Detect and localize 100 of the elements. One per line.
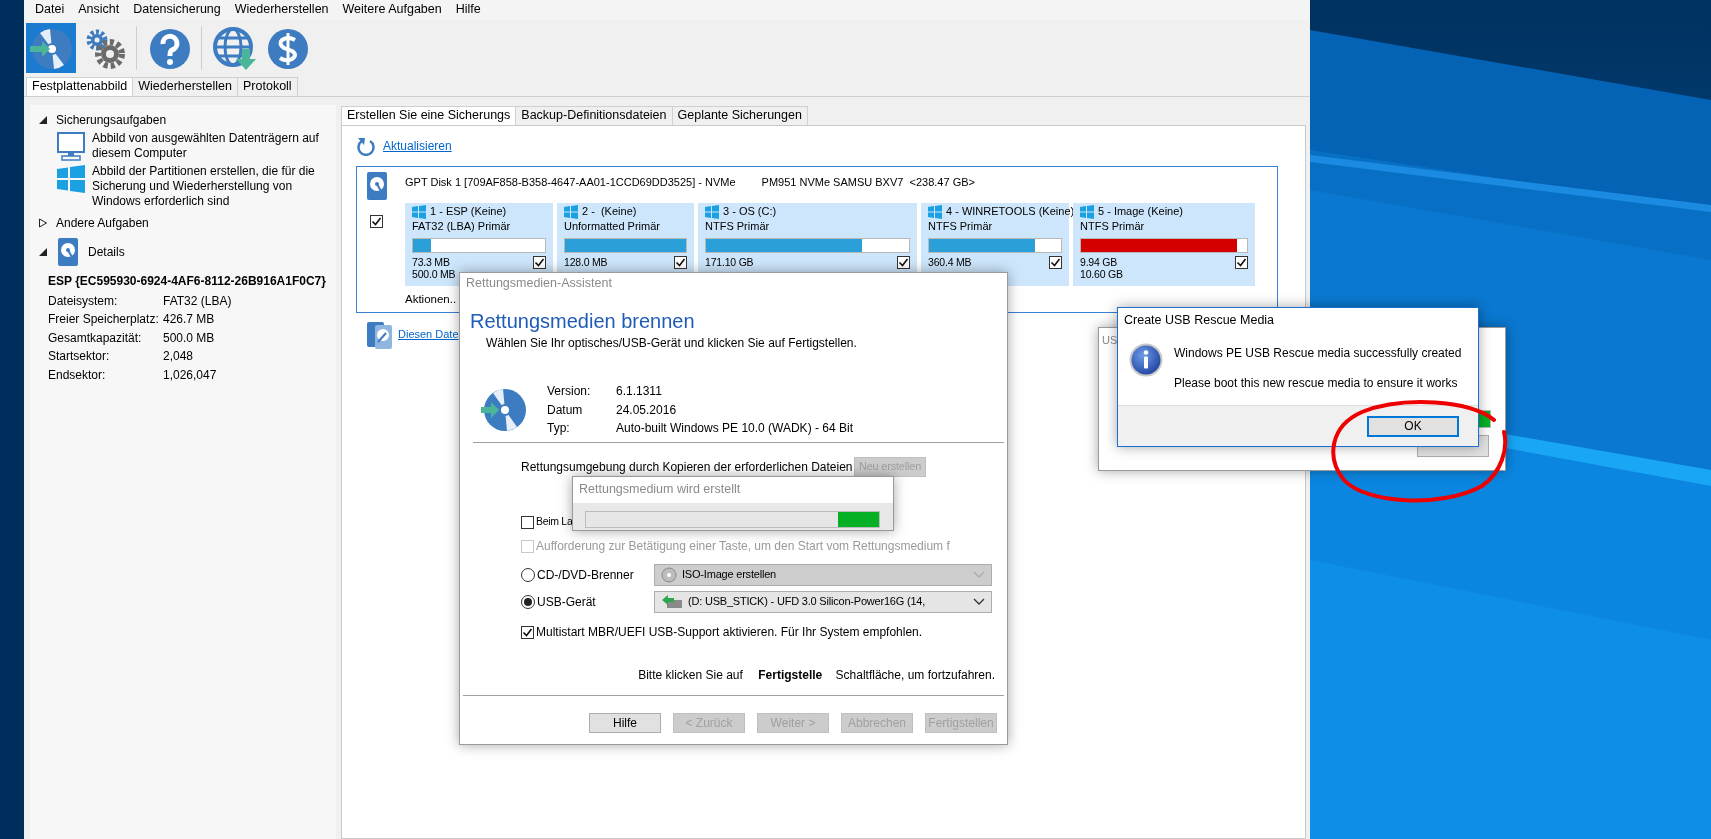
detail-label: Dateisystem: bbox=[48, 293, 119, 309]
used-size: 73.3 MB bbox=[412, 255, 451, 268]
radio-button[interactable] bbox=[521, 595, 535, 609]
section-title[interactable]: Andere Aufgaben bbox=[56, 215, 149, 231]
partition-name: 2 - (Keine) bbox=[582, 204, 637, 219]
option-label: CD-/DVD-Brenner bbox=[537, 567, 635, 583]
windows-logo-icon bbox=[1080, 204, 1094, 219]
checkbox[interactable] bbox=[533, 255, 546, 269]
detail-value: FAT32 (LBA) bbox=[163, 293, 232, 309]
collapse-icon[interactable] bbox=[38, 247, 48, 257]
partition-name: 3 - OS (C:) bbox=[723, 204, 777, 219]
partition-card[interactable]: 5 - Image (Keine) NTFS Primär 9.94 GB 10.60 GB bbox=[1073, 202, 1255, 286]
option-label: USB-Gerät bbox=[537, 594, 597, 610]
tab[interactable]: Geplante Sicherungen bbox=[671, 106, 808, 125]
info-icon bbox=[1129, 343, 1163, 377]
checkbox[interactable] bbox=[1049, 255, 1062, 269]
detail-label: Freier Speicherplatz: bbox=[48, 312, 160, 328]
windows-logo-icon bbox=[412, 204, 426, 219]
tab[interactable]: Erstellen Sie eine Sicherungs bbox=[341, 106, 517, 125]
detail-value: 500.0 MB bbox=[163, 330, 215, 346]
window-title: US bbox=[1101, 333, 1118, 348]
used-size: 360.4 MB bbox=[928, 255, 972, 268]
windows-logo-icon bbox=[928, 204, 942, 219]
detail-value: 2,048 bbox=[163, 349, 194, 365]
detail-value: 1,026,047 bbox=[163, 367, 217, 383]
refresh-link[interactable]: Aktualisieren bbox=[383, 138, 452, 154]
task-link[interactable]: Abbild von ausgewählten Datenträgern auf diesem Computer bbox=[92, 131, 327, 161]
used-size: 9.94 GB bbox=[1080, 255, 1119, 268]
menu-item[interactable]: Ansicht bbox=[71, 2, 127, 18]
tab[interactable]: Backup-Definitionsdateien bbox=[515, 106, 673, 125]
partition-type: FAT32 (LBA) Primär bbox=[412, 219, 512, 234]
message-text: Please boot this new rescue media to ensure it works bbox=[1174, 375, 1459, 392]
windows-logo-icon bbox=[705, 204, 719, 219]
info-label: Typ: bbox=[547, 421, 571, 436]
used-size: 171.10 GB bbox=[705, 255, 754, 268]
detail-label: Startsektor: bbox=[48, 349, 111, 365]
chevron-icon bbox=[973, 571, 985, 579]
checkbox[interactable] bbox=[897, 255, 910, 269]
message-text: Windows PE USB Rescue media successfully created bbox=[1174, 345, 1462, 362]
partition-type: NTFS Primär bbox=[1080, 219, 1146, 234]
disk-icon bbox=[481, 387, 527, 433]
usb-drive-icon bbox=[661, 594, 683, 610]
checkbox[interactable] bbox=[674, 255, 687, 269]
partition-type: NTFS Primär bbox=[705, 219, 771, 234]
tab[interactable]: Protokoll bbox=[237, 77, 298, 96]
windows-logo-icon bbox=[564, 204, 578, 219]
menu-item[interactable]: Hilfe bbox=[448, 2, 488, 18]
refresh-icon bbox=[356, 136, 376, 156]
total-size: 500.0 MB bbox=[412, 267, 456, 280]
detail-label: Gesamtkapazität: bbox=[48, 330, 143, 346]
toolbar-button[interactable] bbox=[26, 23, 76, 73]
info-value: 24.05.2016 bbox=[616, 402, 677, 418]
detail-value: 426.7 MB bbox=[163, 312, 215, 328]
detail-label: Endsektor: bbox=[48, 367, 107, 383]
section-title[interactable]: Details bbox=[88, 244, 125, 260]
disk-model: PM951 NVMe SAMSU BXV7 <238.47 GB> bbox=[761, 176, 975, 190]
option-label: Aufforderung zur Betätigung einer Taste, um den Start vom Rettungsmedium f bbox=[536, 538, 950, 554]
rebuild-label: Rettungsumgebung durch Kopieren der erforderlichen Dateien bbox=[521, 459, 854, 475]
monitor-icon bbox=[56, 131, 86, 161]
restore-link[interactable]: Diesen Date bbox=[398, 328, 459, 342]
disk-title: GPT Disk 1 [709AF858-B358-4647-AA01-1CCD69DD3525] - NVMe bbox=[405, 176, 736, 190]
task-link[interactable]: Abbild der Partitionen erstellen, die für die Sicherung und Wiederherstellung von Windows erforderlich sind bbox=[92, 164, 327, 209]
collapse-icon[interactable] bbox=[38, 115, 48, 125]
partition-name: 1 - ESP (Keine) bbox=[430, 204, 507, 219]
restore-disk-icon bbox=[366, 320, 394, 350]
menu-item[interactable]: Datensicherung bbox=[126, 2, 228, 18]
radio-button[interactable] bbox=[521, 568, 535, 582]
checkbox[interactable] bbox=[521, 625, 534, 639]
tab[interactable]: Festplattenabbild bbox=[26, 77, 134, 96]
checkbox[interactable] bbox=[1235, 255, 1248, 269]
info-value: Auto-built Windows PE 10.0 (WADK) - 64 Bit bbox=[616, 421, 853, 436]
partition-type: Unformatted Primär bbox=[564, 219, 661, 234]
dropdown[interactable]: (D: USB_STICK) - UFD 3.0 Silicon-Power16G (14, bbox=[654, 591, 992, 613]
info-label: Version: bbox=[547, 384, 592, 399]
window-title: Create USB Rescue Media bbox=[1123, 312, 1276, 330]
expand-icon[interactable] bbox=[38, 218, 48, 228]
checkbox[interactable] bbox=[370, 215, 383, 228]
wizard-button[interactable]: Hilfe bbox=[589, 713, 661, 733]
partition-type: NTFS Primär bbox=[928, 219, 994, 234]
wizard-subtitle: Wählen Sie Ihr optisches/USB-Gerät und klicken Sie auf Fertigstellen. bbox=[486, 335, 858, 351]
info-label: Datum bbox=[547, 402, 584, 418]
option-label: Multistart MBR/UEFI USB-Support aktivieren. Für Ihr System empfohlen. bbox=[536, 624, 923, 640]
ok-button[interactable]: OK bbox=[1367, 415, 1459, 437]
chevron-icon bbox=[973, 598, 985, 606]
option-label: Beim La bbox=[536, 515, 573, 529]
wizard-heading: Rettungsmedien brennen bbox=[470, 309, 696, 333]
window-title: Rettungsmedium wird erstellt bbox=[573, 477, 893, 503]
total-size: 10.60 GB bbox=[1080, 267, 1123, 280]
detail-heading: ESP {EC595930-6924-4AF6-8112-26B916A1F0C7} bbox=[48, 274, 327, 289]
used-size: 128.0 MB bbox=[564, 255, 608, 268]
menu-item[interactable]: Weitere Aufgaben bbox=[335, 2, 449, 18]
disc-icon bbox=[661, 567, 677, 583]
section-title[interactable]: Sicherungsaufgaben bbox=[56, 112, 167, 128]
checkbox[interactable] bbox=[521, 515, 534, 529]
partition-name: 5 - Image (Keine) bbox=[1098, 204, 1183, 219]
menu-item[interactable]: Wiederherstellen bbox=[227, 2, 336, 18]
menu-item[interactable]: Datei bbox=[28, 2, 72, 18]
instruction-text: Bitte klicken Sie auf Fertigstelle Schaltfläche, um fortzufahren. bbox=[637, 668, 995, 684]
actions-link[interactable]: Aktionen.. bbox=[405, 291, 457, 307]
windows-logo-icon bbox=[56, 164, 86, 194]
